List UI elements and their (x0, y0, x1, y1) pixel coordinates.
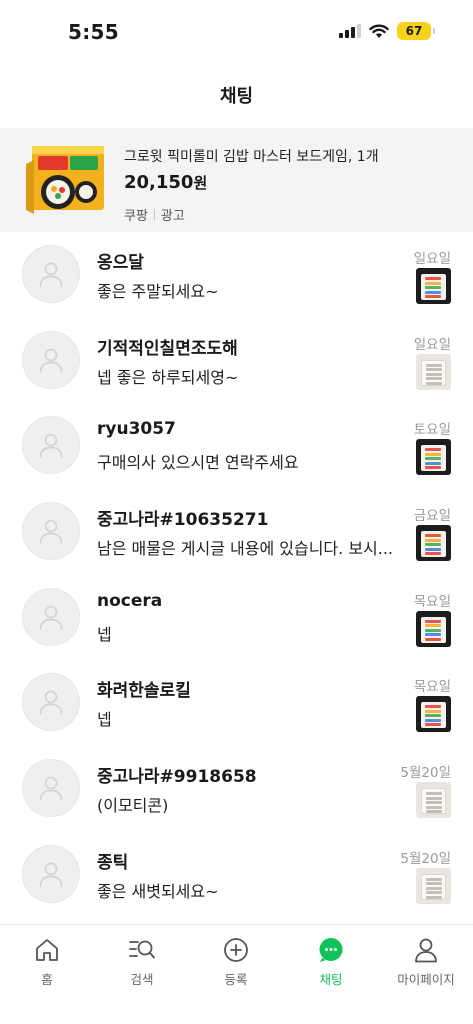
tab-label: 마이페이지 (397, 972, 455, 987)
tab-label: 홈 (41, 972, 53, 987)
chat-name: ryu3057 (97, 419, 176, 440)
tab-search[interactable]: 검색 (95, 937, 189, 988)
search-icon (129, 940, 155, 959)
chat-product-thumbnail (416, 439, 451, 476)
tab-chat[interactable]: 채팅 (284, 937, 378, 988)
chat-product-thumbnail (416, 268, 451, 304)
chat-name: 중고나라#10635271 (97, 510, 269, 531)
chat-product-thumbnail (416, 525, 451, 562)
chat-product-thumbnail (416, 782, 451, 819)
chat-name: 기적적인칠면조도해 (97, 338, 238, 359)
tab-mypage[interactable]: 마이페이지 (379, 937, 473, 988)
chat-list: 옹으달 좋은 주말되세요~ 일요일 기적적인칠면조도해 넵 좋은 하루되세영~ 일요일 … (0, 232, 473, 918)
tab-register[interactable]: 등록 (189, 937, 283, 988)
chat-date: 일요일 (413, 336, 451, 353)
add-icon (224, 938, 248, 962)
status-bar: 5:55 67 (0, 0, 473, 62)
default-avatar-icon (39, 348, 63, 373)
avatar (22, 587, 80, 646)
avatar (22, 844, 80, 903)
tab-label: 채팅 (319, 972, 343, 987)
chat-date: 일요일 (413, 251, 451, 267)
default-avatar-icon (39, 776, 63, 801)
default-avatar-icon (39, 605, 63, 630)
chat-product-thumbnail (416, 867, 451, 904)
chat-row[interactable]: 중고나라#9918658 (이모티콘) 5월20일 (0, 746, 473, 832)
chat-row[interactable]: nocera 넵 목요일 (0, 575, 473, 661)
chat-row[interactable]: 중고나라#10635271 남은 매물은 게시글 내용에 있습니다. 보시... 금… (0, 489, 473, 575)
ad-price-value: 20,150 (124, 172, 194, 193)
battery-level: 67 (405, 24, 423, 38)
chat-last-message: 좋은 새볏되세요~ (97, 881, 219, 901)
default-avatar-icon (39, 862, 63, 887)
chat-last-message: 남은 매물은 게시글 내용에 있습니다. 보시... (97, 539, 394, 559)
status-time: 5:55 (68, 20, 119, 44)
ad-meta: 쿠팡 광고 (124, 205, 185, 224)
avatar (22, 759, 80, 818)
default-avatar-icon (39, 691, 63, 716)
chat-last-message: 구매의사 있으시면 연락주세요 (97, 453, 299, 473)
default-avatar-icon (39, 434, 63, 459)
wifi-icon (369, 24, 389, 38)
avatar (22, 416, 80, 475)
default-avatar-icon (39, 519, 63, 544)
ad-seller: 쿠팡 (124, 209, 148, 224)
chat-date: 금요일 (413, 508, 451, 525)
chat-product-thumbnail (416, 696, 451, 733)
chat-name: 중고나라#9918658 (97, 767, 257, 788)
person-icon (415, 938, 437, 963)
chat-icon (319, 938, 343, 962)
chat-last-message: 넵 (97, 624, 112, 644)
ad-price-currency: 원 (193, 174, 208, 192)
avatar (22, 245, 80, 303)
chat-date: 5월20일 (400, 765, 451, 782)
page-title: 채팅 (219, 86, 254, 107)
chat-row[interactable]: ryu3057 구매의사 있으시면 연락주세요 토요일 (0, 403, 473, 489)
chat-name: 옹으달 (97, 253, 144, 273)
chat-date: 목요일 (413, 679, 451, 696)
status-icons: 67 (339, 22, 435, 40)
chat-row[interactable]: 기적적인칠면조도해넵 좋은 하루되세영~ 일요일 (0, 318, 473, 404)
chat-row[interactable]: 옹으달좋은 주말되세요~ 일요일 (0, 232, 473, 318)
tab-label: 등록 (224, 972, 248, 987)
tab-label: 검색 (130, 972, 154, 987)
default-avatar-icon (39, 262, 63, 287)
chat-row[interactable]: 종틱좋은 새볏되세요~ 5월20일 (0, 832, 473, 918)
ad-banner[interactable]: 그로윗 픽미롤미 김밥 마스터 보드게임, 1개 20,150원 쿠팡 광고 (0, 128, 473, 232)
ad-label: 광고 (160, 209, 185, 224)
avatar (22, 673, 80, 732)
ad-price: 20,150원 (124, 172, 207, 193)
chat-last-message: 넵 (97, 710, 112, 730)
signal-icon (339, 24, 361, 38)
chat-row[interactable]: 화려한솔로킬넵 목요일 (0, 660, 473, 746)
chat-product-thumbnail (416, 610, 451, 647)
battery-icon: 67 (397, 22, 435, 40)
chat-date: 5월20일 (400, 850, 451, 867)
chat-product-thumbnail (416, 353, 451, 390)
ad-meta-divider (153, 209, 155, 220)
page-header: 채팅 (0, 62, 473, 128)
avatar (22, 502, 80, 561)
chat-name: 화려한솔로킬 (97, 681, 191, 702)
chat-name: nocera (97, 590, 163, 611)
chat-name: 종틱 (97, 852, 129, 873)
chat-last-message: 넵 좋은 하루되세영~ (97, 367, 239, 387)
bottom-tab-bar: 홈 검색 등록 채팅 마이페이지 (0, 924, 473, 1024)
chat-date: 목요일 (413, 593, 451, 610)
avatar (22, 330, 80, 389)
ad-title: 그로윗 픽미롤미 김밥 마스터 보드게임, 1개 (124, 149, 379, 165)
tab-home[interactable]: 홈 (0, 937, 94, 988)
home-icon (36, 939, 58, 961)
chat-last-message: 좋은 주말되세요~ (97, 282, 219, 301)
chat-date: 토요일 (413, 422, 451, 439)
ad-product-image (26, 146, 104, 214)
chat-last-message: (이모티콘) (97, 796, 169, 816)
